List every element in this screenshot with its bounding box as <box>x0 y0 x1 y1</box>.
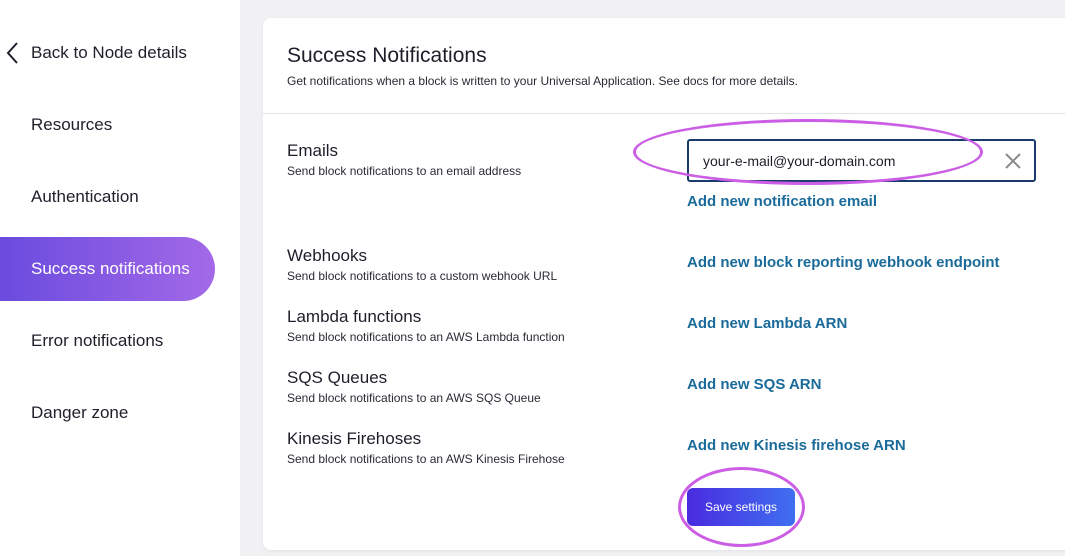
sidebar: Back to Node details Resources Authentic… <box>0 0 240 556</box>
webhooks-section-desc: Send block notifications to a custom web… <box>287 269 558 283</box>
sidebar-item-authentication[interactable]: Authentication <box>0 165 215 229</box>
lambda-section-title: Lambda functions <box>287 307 422 326</box>
emails-section-desc: Send block notifications to an email add… <box>287 164 522 178</box>
page-subtitle: Get notifications when a block is writte… <box>287 74 798 88</box>
add-sqs-arn-link[interactable]: Add new SQS ARN <box>687 376 821 393</box>
sidebar-item-resources[interactable]: Resources <box>0 93 215 157</box>
add-kinesis-firehose-arn-link[interactable]: Add new Kinesis firehose ARN <box>687 437 906 454</box>
close-icon[interactable] <box>1002 150 1024 172</box>
sidebar-item-error-notifications[interactable]: Error notifications <box>0 309 215 373</box>
success-notifications-card: Success Notifications Get notifications … <box>263 18 1065 550</box>
emails-section-title: Emails <box>287 141 339 160</box>
email-input[interactable] <box>703 141 983 180</box>
kinesis-section-desc: Send block notifications to an AWS Kines… <box>287 452 565 466</box>
webhooks-section-title: Webhooks <box>287 246 368 265</box>
page-title: Success Notifications <box>287 44 487 67</box>
sidebar-item-success-notifications[interactable]: Success notifications <box>0 237 215 301</box>
sqs-section-title: SQS Queues <box>287 368 388 387</box>
divider <box>263 113 1065 114</box>
add-notification-email-link[interactable]: Add new notification email <box>687 193 877 210</box>
sqs-section-desc: Send block notifications to an AWS SQS Q… <box>287 391 541 405</box>
add-webhook-endpoint-link[interactable]: Add new block reporting webhook endpoint <box>687 254 1000 271</box>
lambda-section-desc: Send block notifications to an AWS Lambd… <box>287 330 565 344</box>
sidebar-item-danger-zone[interactable]: Danger zone <box>0 381 215 445</box>
save-settings-button[interactable]: Save settings <box>687 488 795 526</box>
email-field[interactable] <box>687 139 1036 182</box>
back-link-label: Back to Node details <box>31 43 187 62</box>
kinesis-section-title: Kinesis Firehoses <box>287 429 422 448</box>
add-lambda-arn-link[interactable]: Add new Lambda ARN <box>687 315 847 332</box>
back-to-node-details-link[interactable]: Back to Node details <box>6 40 187 66</box>
chevron-left-icon <box>6 40 26 66</box>
